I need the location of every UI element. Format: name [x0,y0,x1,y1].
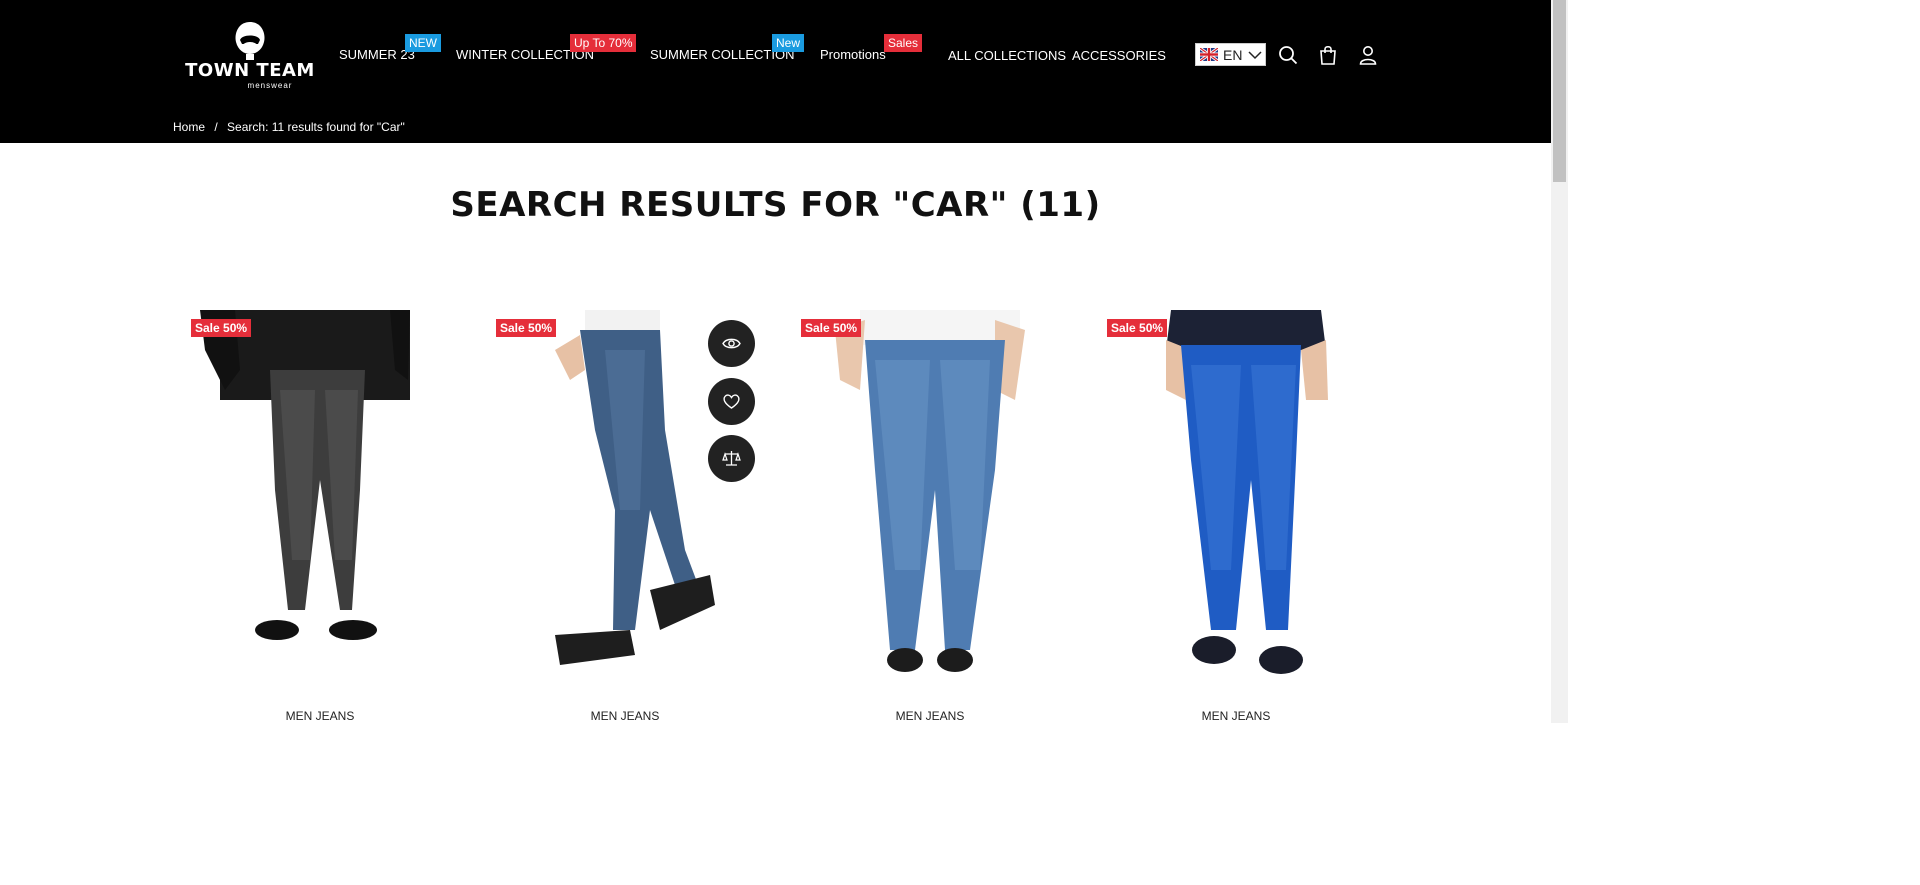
breadcrumb-current: Search: 11 results found for "Car" [227,120,405,134]
product-image[interactable] [180,310,460,690]
quick-view-button[interactable] [708,320,755,367]
logo-sub-text: menswear [247,81,293,90]
sale-badge: Sale 50% [191,319,252,337]
vertical-scrollbar[interactable] [1551,0,1568,723]
sale-badge: Sale 50% [1107,319,1168,337]
nav-badge-new: NEW [405,34,441,52]
page-title: SEARCH RESULTS FOR "CAR" (11) [450,185,1101,225]
breadcrumb-home[interactable]: Home [173,120,205,134]
product-name[interactable]: MEN JEANS [790,709,1070,723]
town-team-logo[interactable]: TOWN TEAM menswear [182,20,318,92]
logo-head-icon [235,22,265,60]
product-card[interactable]: Sale 50% MEN JEANS [790,310,1070,723]
jeans-photo-light-blue [835,310,1025,672]
cart-bag-icon[interactable] [1318,45,1338,65]
jeans-photo-bright-blue [1166,310,1328,674]
nav-all-collections[interactable]: ALL COLLECTIONS [948,48,1066,63]
uk-flag-icon [1200,48,1218,61]
heart-icon [723,394,740,409]
eye-icon [722,338,741,349]
product-image[interactable] [790,310,1070,690]
wishlist-button[interactable] [708,378,755,425]
nav-promotions[interactable]: Promotions [820,47,886,62]
product-name[interactable]: MEN JEANS [485,709,765,723]
product-image[interactable] [485,310,765,690]
nav-summer-23[interactable]: SUMMER 23 [339,47,415,62]
sale-badge: Sale 50% [801,319,862,337]
nav-badge-sales: Sales [884,34,923,52]
scrollbar-thumb[interactable] [1553,0,1566,182]
logo-brand-text: TOWN TEAM [185,60,315,81]
chevron-down-icon [1248,51,1262,60]
nav-badge-new-2: New [772,34,805,52]
sale-badge: Sale 50% [496,319,557,337]
language-code: EN [1223,47,1243,63]
nav-accessories[interactable]: ACCESSORIES [1072,48,1166,63]
jeans-photo-mid-blue [555,310,715,665]
language-selector[interactable]: EN [1195,43,1266,66]
user-account-icon[interactable] [1358,45,1378,65]
breadcrumb: Home / Search: 11 results found for "Car… [173,120,405,134]
search-icon[interactable] [1278,45,1298,65]
nav-badge-up-to-70: Up To 70% [570,34,637,52]
compare-button[interactable] [708,435,755,482]
product-image[interactable] [1096,310,1376,690]
product-card[interactable]: Sale 50% MEN JEANS [485,310,765,723]
scale-icon [722,451,741,466]
product-name[interactable]: MEN JEANS [180,709,460,723]
site-header: TOWN TEAM menswear SUMMER 23 NEW WINTER … [0,0,1551,143]
product-card[interactable]: Sale 50% MEN JEANS [180,310,460,723]
product-name[interactable]: MEN JEANS [1096,709,1376,723]
product-card[interactable]: Sale 50% MEN JEANS [1096,310,1376,723]
jeans-photo-black [200,310,410,640]
breadcrumb-separator: / [214,120,218,134]
